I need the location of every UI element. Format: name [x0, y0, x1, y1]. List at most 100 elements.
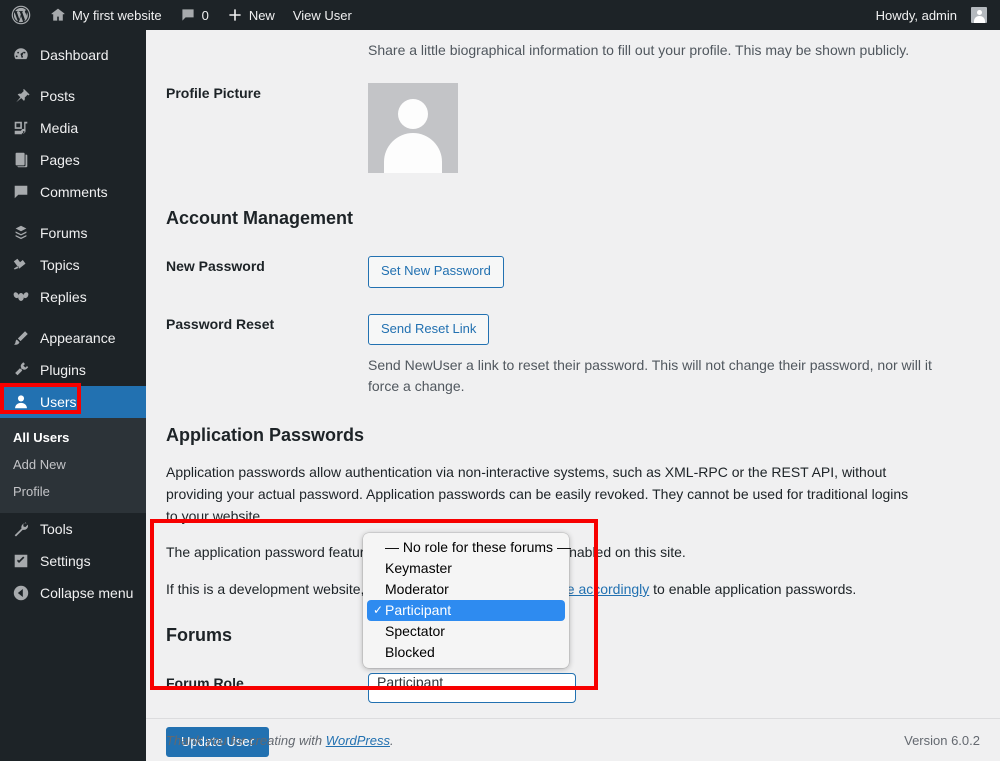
sidebar-item-label: Appearance	[40, 330, 116, 346]
user-avatar-icon	[971, 7, 987, 23]
settings-icon	[11, 552, 31, 570]
account-management-heading: Account Management	[166, 208, 354, 228]
media-icon	[11, 119, 31, 137]
sidebar-item-replies[interactable]: Replies	[0, 281, 146, 313]
sidebar-item-plugins[interactable]: Plugins	[0, 354, 146, 386]
sidebar-item-label: Pages	[40, 152, 80, 168]
app-passwords-paragraph-1: Application passwords allow authenticati…	[166, 464, 909, 524]
submenu-item-profile[interactable]: Profile	[0, 478, 146, 505]
menu-spacer-top	[0, 30, 146, 39]
view-user-menu[interactable]: View User	[284, 0, 361, 30]
app-pw-p3-post: to enable application passwords.	[649, 580, 857, 597]
forum-role-dropdown-list[interactable]: — No role for these forums — Keymaster M…	[363, 533, 571, 668]
sidebar-item-media[interactable]: Media	[0, 112, 146, 144]
sidebar-item-label: Users	[40, 394, 77, 410]
dropdown-option-keymaster[interactable]: Keymaster	[363, 558, 569, 579]
user-icon	[11, 393, 31, 411]
users-submenu: All Users Add New Profile	[0, 418, 146, 513]
dropdown-option-blocked[interactable]: Blocked	[363, 642, 569, 663]
site-name-menu[interactable]: My first website	[41, 0, 171, 30]
howdy-label: Howdy, admin	[875, 7, 957, 23]
sidebar-item-users[interactable]: Users	[0, 386, 154, 418]
dropdown-option-no-role[interactable]: — No role for these forums —	[363, 537, 571, 558]
submenu-item-add-new[interactable]: Add New	[0, 451, 146, 478]
default-avatar-icon	[368, 83, 458, 173]
pin-icon	[11, 87, 31, 105]
new-password-row: New Password Set New Password	[146, 230, 1000, 288]
sidebar-item-posts[interactable]: Posts	[0, 80, 146, 112]
sidebar-item-label: Collapse menu	[40, 585, 134, 601]
sidebar-item-label: Replies	[40, 289, 87, 305]
sidebar-item-dashboard[interactable]: Dashboard	[0, 39, 146, 71]
sidebar-item-label: Settings	[40, 553, 91, 569]
view-user-label: View User	[292, 7, 352, 23]
dropdown-option-label: Blocked	[385, 644, 435, 660]
home-icon	[50, 7, 66, 23]
comments-menu[interactable]: 0	[171, 0, 218, 30]
sidebar-item-label: Topics	[40, 257, 80, 273]
pages-icon	[11, 151, 31, 169]
brush-icon	[11, 329, 31, 347]
password-reset-row: Password Reset Send Reset Link Send NewU…	[146, 288, 1000, 397]
sidebar-item-comments[interactable]: Comments	[0, 176, 146, 208]
new-content-menu[interactable]: New	[218, 0, 284, 30]
sidebar-item-topics[interactable]: Topics	[0, 249, 146, 281]
sidebar-item-label: Tools	[40, 521, 73, 537]
bio-row: Share a little biographical information …	[146, 30, 1000, 61]
footer-thanks-pre: Thank you for creating with	[166, 732, 326, 748]
admin-footer: Thank you for creating with WordPress. V…	[146, 718, 1000, 761]
dropdown-option-label: Keymaster	[385, 560, 452, 576]
account-menu[interactable]: Howdy, admin	[867, 0, 1000, 30]
set-new-password-button[interactable]: Set New Password	[368, 256, 504, 288]
dropdown-option-spectator[interactable]: Spectator	[363, 621, 569, 642]
sidebar-item-forums[interactable]: Forums	[0, 217, 146, 249]
comment-bubble-icon	[11, 183, 31, 201]
wordpress-version: Version 6.0.2	[904, 732, 980, 748]
dropdown-option-participant[interactable]: ✓ Participant	[367, 600, 565, 621]
new-password-label: New Password	[166, 258, 265, 275]
screen-root: My first website 0 New View User Howdy, …	[0, 0, 1000, 761]
sidebar-item-appearance[interactable]: Appearance	[0, 322, 146, 354]
plug-icon	[11, 361, 31, 379]
application-passwords-heading: Application Passwords	[166, 424, 365, 445]
profile-picture-label: Profile Picture	[166, 85, 261, 101]
dashboard-icon	[11, 46, 31, 64]
sidebar-item-label: Plugins	[40, 362, 86, 378]
forum-role-select[interactable]: Participant	[368, 672, 576, 703]
dropdown-option-label: Participant	[385, 602, 452, 618]
main-content-area: Share a little biographical information …	[146, 30, 1000, 761]
dropdown-option-label: — No role for these forums —	[385, 539, 571, 555]
footer-thanks-post: .	[390, 732, 394, 748]
footer-thanks: Thank you for creating with WordPress.	[166, 733, 394, 748]
comment-count: 0	[201, 7, 209, 23]
sidebar-item-label: Forums	[40, 225, 88, 241]
admin-sidebar-menu: Dashboard Posts Media Pages Comments For…	[0, 30, 154, 761]
wordpress-link[interactable]: WordPress	[326, 733, 390, 748]
forums-icon	[11, 224, 31, 242]
forum-role-label: Forum Role	[166, 674, 244, 691]
password-reset-description: Send NewUser a link to reset their passw…	[368, 356, 932, 394]
sidebar-item-label: Comments	[40, 184, 108, 200]
topics-icon	[11, 256, 31, 274]
sidebar-item-label: Dashboard	[40, 47, 109, 63]
bio-description: Share a little biographical information …	[368, 42, 910, 58]
menu-separator-2	[0, 208, 146, 217]
checkmark-icon: ✓	[373, 603, 384, 617]
password-reset-label: Password Reset	[166, 315, 275, 332]
menu-separator-3	[0, 313, 146, 322]
wrench-icon	[11, 520, 31, 538]
bio-label-empty	[166, 40, 368, 61]
dropdown-option-moderator[interactable]: Moderator	[363, 579, 569, 600]
sidebar-item-pages[interactable]: Pages	[0, 144, 146, 176]
forums-heading: Forums	[166, 624, 233, 645]
sidebar-item-label: Media	[40, 120, 79, 136]
sidebar-item-tools[interactable]: Tools	[0, 513, 146, 545]
sidebar-item-collapse-menu[interactable]: Collapse menu	[0, 577, 146, 609]
admin-bar: My first website 0 New View User Howdy, …	[0, 0, 1000, 30]
comment-bubble-icon	[180, 7, 196, 23]
send-reset-link-button[interactable]: Send Reset Link	[368, 313, 490, 345]
plus-icon	[227, 7, 243, 23]
wordpress-logo-icon[interactable]	[0, 0, 41, 30]
sidebar-item-settings[interactable]: Settings	[0, 545, 146, 577]
submenu-item-all-users[interactable]: All Users	[0, 424, 146, 451]
